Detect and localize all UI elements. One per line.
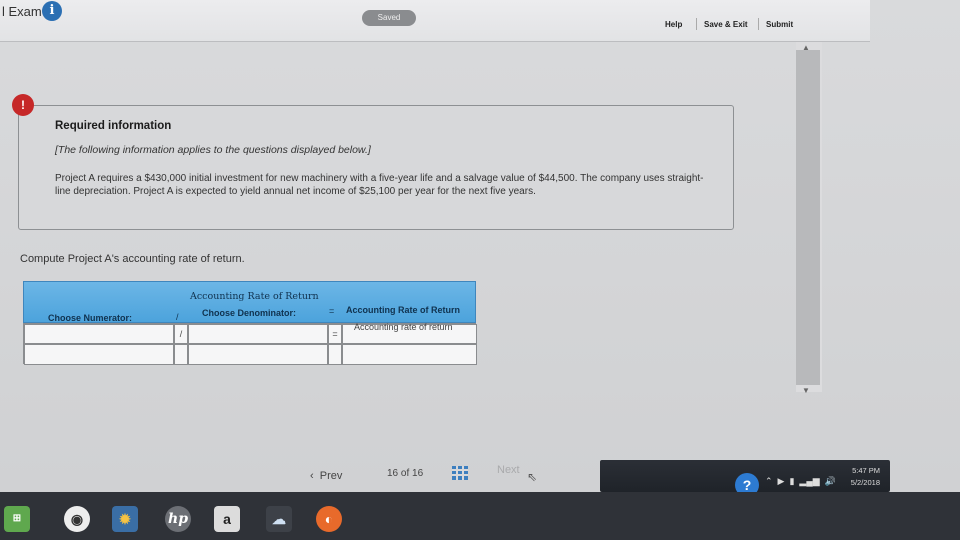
required-info-subtitle: [The following information applies to th… <box>55 144 371 156</box>
page-total: 16 <box>412 468 424 479</box>
top-bar: l Exam i Saved Help Save & Exit Submit <box>0 0 870 42</box>
clock-date: 5/2/2018 <box>850 478 880 487</box>
question-text: Compute Project A's accounting rate of r… <box>20 253 245 265</box>
firefox-icon[interactable]: ◐ <box>316 506 342 532</box>
denominator-label: Choose Denominator: <box>202 308 297 318</box>
exam-title: l Exam <box>2 4 42 19</box>
help-button[interactable]: Help <box>665 20 682 29</box>
result-input[interactable] <box>342 344 477 365</box>
next-button[interactable]: Next <box>497 464 520 476</box>
screen: l Exam i Saved Help Save & Exit Submit R… <box>0 0 960 540</box>
scroll-down-icon[interactable]: ▼ <box>802 386 810 395</box>
denominator-input[interactable] <box>188 344 328 365</box>
result-label: Accounting Rate of Return <box>346 305 460 315</box>
system-tray: ? ⌃ ▶ ▮ ▂▄▆ 🔊 5:47 PM 5/2/2018 <box>600 460 890 497</box>
clock-time: 5:47 PM <box>852 466 880 475</box>
start-icon[interactable]: ⊞ <box>4 506 30 532</box>
denominator-select[interactable] <box>188 324 328 344</box>
question-area: Required information [The following info… <box>0 42 795 490</box>
page-of: of <box>400 468 410 479</box>
table-header: Accounting Rate of Return Choose Numerat… <box>23 281 476 323</box>
amazon-icon[interactable]: a <box>214 506 240 532</box>
info-icon[interactable]: i <box>42 1 62 21</box>
numerator-select[interactable] <box>24 324 174 344</box>
row-equals-operator: = <box>328 324 342 344</box>
alert-icon: ! <box>12 94 34 116</box>
required-info-title: Required information <box>55 120 172 132</box>
submit-button[interactable]: Submit <box>766 20 793 29</box>
result-hint: Accounting rate of return <box>354 322 453 332</box>
divider <box>758 18 759 30</box>
required-info-body: Project A requires a $430,000 initial in… <box>55 173 704 197</box>
saved-status-badge: Saved <box>362 10 416 26</box>
apps-icon[interactable]: ✹ <box>112 506 138 532</box>
chevron-left-icon: ‹ <box>310 470 320 482</box>
tray-icons[interactable]: ⌃ ▶ ▮ ▂▄▆ 🔊 <box>765 476 836 487</box>
spacer-cell <box>174 344 188 365</box>
prev-button[interactable]: ‹ Prev <box>310 470 342 482</box>
accounting-rate-table: Accounting Rate of Return Choose Numerat… <box>23 281 477 365</box>
row-divide-operator: / <box>174 324 188 344</box>
mouse-cursor-icon: ⇖ <box>527 470 538 484</box>
question-grid-icon[interactable] <box>452 466 468 480</box>
taskbar: ⊞ ◉ ✹ hp a ☁ ◐ <box>0 492 960 540</box>
required-information-box: Required information [The following info… <box>18 105 734 230</box>
scroll-thumb[interactable] <box>796 50 820 385</box>
numerator-input[interactable] <box>24 344 174 365</box>
save-exit-button[interactable]: Save & Exit <box>704 20 748 29</box>
page-current: 16 <box>387 468 399 479</box>
pagination: ‹ Prev 16 of 16 Next ⇖ <box>310 464 550 486</box>
cloud-icon[interactable]: ☁ <box>266 506 292 532</box>
table-title: Accounting Rate of Return <box>190 291 319 302</box>
hp-icon[interactable]: hp <box>165 506 191 532</box>
equals-operator: = <box>329 306 335 316</box>
scrollbar[interactable]: ▲ ▼ <box>796 42 822 395</box>
cortana-icon[interactable]: ◉ <box>64 506 90 532</box>
divide-operator: / <box>176 312 179 322</box>
numerator-label: Choose Numerator: <box>48 313 133 323</box>
prev-label: Prev <box>319 470 343 482</box>
divider <box>696 18 697 30</box>
spacer-cell <box>328 344 342 365</box>
page-counter: 16 of 16 <box>387 468 423 479</box>
